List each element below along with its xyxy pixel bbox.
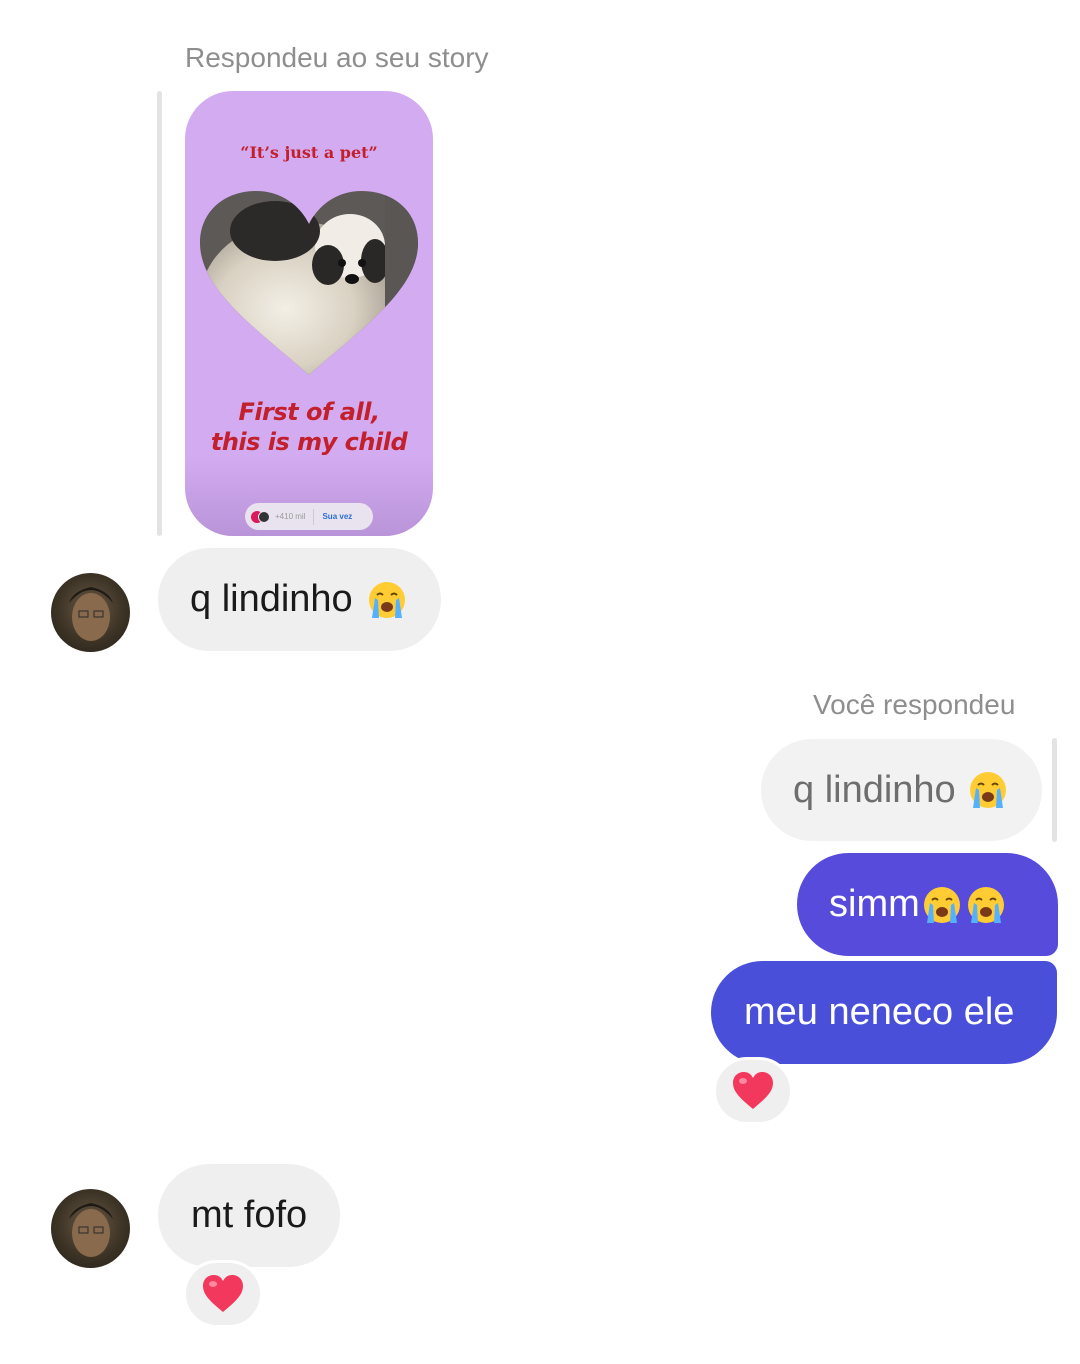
story-reply-pill[interactable]: +410 mil Sua vez xyxy=(245,503,373,530)
message-outgoing[interactable]: meu neneco ele xyxy=(711,961,1057,1064)
story-caption: First of all, this is my child xyxy=(210,398,408,456)
crying-face-icon xyxy=(967,886,1004,923)
your-reply-label: Você respondeu xyxy=(813,689,1016,720)
crying-face-icon xyxy=(923,886,960,923)
dog-photo-heart xyxy=(200,191,418,375)
pill-avatars xyxy=(251,510,270,523)
story-quote: “It’s just a pet” xyxy=(240,143,378,162)
quote-line xyxy=(1052,738,1057,842)
reply-count: +410 mil xyxy=(275,512,306,521)
red-heart-icon xyxy=(733,1072,773,1109)
contact-avatar[interactable] xyxy=(51,573,130,652)
message-incoming[interactable]: q lindinho xyxy=(158,548,441,651)
red-heart-icon xyxy=(203,1275,243,1312)
crying-face-icon xyxy=(368,581,405,618)
quoted-message[interactable]: q lindinho xyxy=(761,739,1042,841)
crying-face-icon xyxy=(969,772,1006,808)
contact-avatar[interactable] xyxy=(51,1189,130,1268)
message-incoming[interactable]: mt fofo xyxy=(158,1164,341,1267)
quote-line xyxy=(157,91,162,536)
reaction-badge[interactable] xyxy=(713,1057,793,1125)
message-outgoing[interactable]: simm xyxy=(797,853,1058,956)
your-turn-link[interactable]: Sua vez xyxy=(322,512,352,521)
story-preview[interactable]: “It’s just a pet” First of all, this is … xyxy=(185,91,433,536)
reaction-badge[interactable] xyxy=(183,1260,263,1328)
story-reply-label: Respondeu ao seu story xyxy=(185,42,489,73)
